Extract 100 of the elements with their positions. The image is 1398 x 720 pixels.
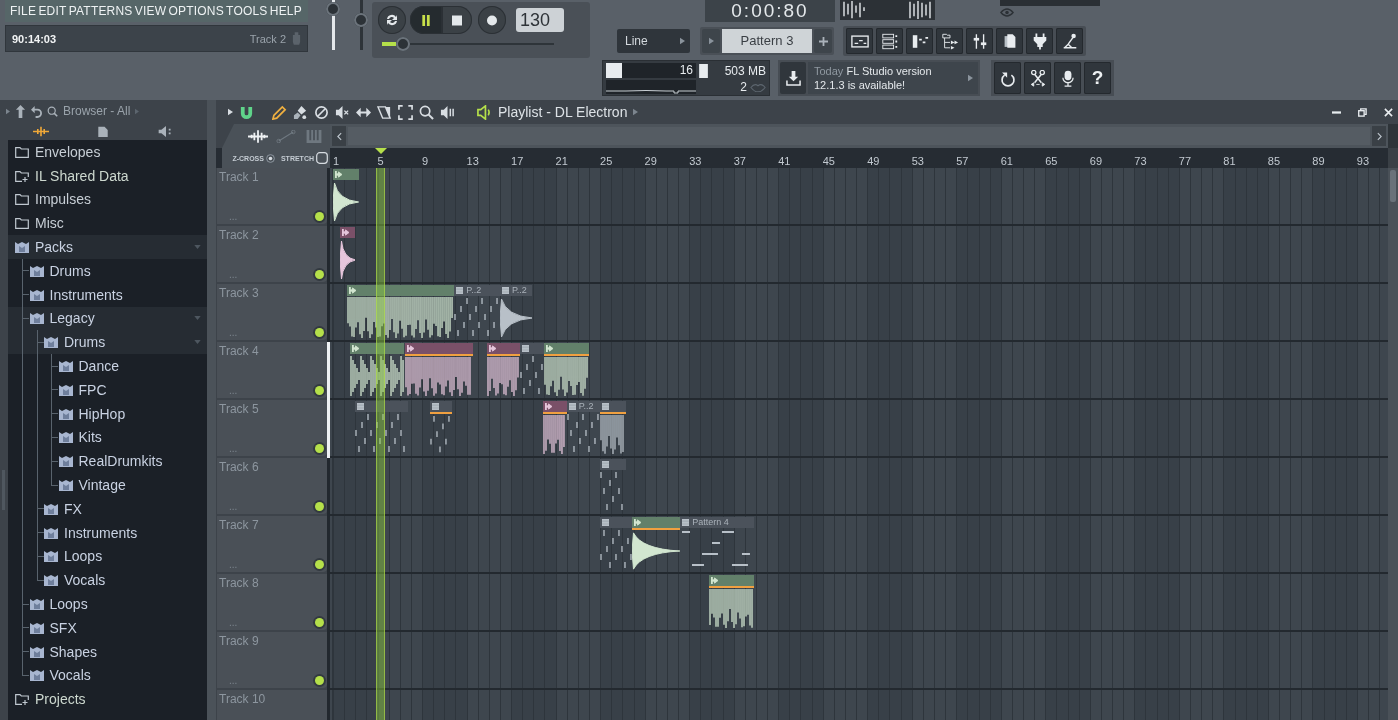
browser-item[interactable]: Drums [8,330,207,355]
track-lane[interactable] [330,632,1388,690]
slider-handle[interactable] [354,12,368,27]
menu-item[interactable]: TOOLS [226,4,268,18]
playlist-clip[interactable] [486,343,520,398]
playlist-clip[interactable] [600,401,626,456]
scroll-left-button[interactable] [332,126,346,146]
stop-button[interactable] [442,6,472,34]
track-header[interactable]: Track 1 ... [217,168,327,224]
slider-handle[interactable] [326,1,340,16]
track-header[interactable]: Track 4 ... [217,342,327,398]
zoom-icon[interactable] [419,104,434,120]
up-arrow-icon[interactable] [15,104,26,118]
piano-roll-button[interactable] [906,28,933,54]
scrollbar-thumb[interactable] [1390,170,1396,202]
playlist-clip[interactable]: P..2 [566,401,601,456]
track-header[interactable]: Track 8 ... [217,574,327,630]
pedal-button[interactable] [1056,28,1083,54]
track-lane[interactable]: P..2 P..2 [330,284,1388,342]
track-header[interactable]: Track 9 ... [217,632,327,688]
download-button[interactable] [780,62,806,94]
playlist-clip[interactable]: Pattern 4 [680,517,754,572]
track-lane[interactable] [330,342,1388,400]
track-header[interactable]: Track 2 ... [217,226,327,282]
speaker-icon[interactable] [477,104,492,120]
menu-item[interactable]: PATTERNS [68,4,133,18]
speaker-bars-icon[interactable] [440,104,455,120]
mute-toggle[interactable] [315,328,324,337]
slider-handle[interactable] [395,37,410,51]
prohibited-icon[interactable] [314,104,329,120]
mute-toggle[interactable] [315,270,324,279]
mute-toggle[interactable] [315,618,324,627]
pattern-selector[interactable]: Pattern 3 [722,29,812,53]
triangle-icon[interactable] [228,108,233,116]
track-lane[interactable] [330,168,1388,226]
pattern-menu-button[interactable] [702,29,720,53]
track-header[interactable]: Track 6 ... [217,458,327,514]
cut-button[interactable] [1024,62,1051,94]
mute-toggle[interactable] [315,502,324,511]
track-lane[interactable] [330,574,1388,632]
browser-item[interactable]: Packs [8,235,207,259]
browser-title[interactable]: Browser - All [63,104,131,118]
mute-toggle[interactable] [315,676,324,685]
track-header[interactable]: Track 10 [217,690,327,720]
slice-icon[interactable] [377,104,392,120]
horizontal-scrollbar[interactable] [330,124,1388,148]
project-button[interactable] [996,28,1023,54]
record-audio-button[interactable] [1054,62,1081,94]
playlist-clip[interactable] [632,517,681,572]
vertical-scrollbar[interactable] [1388,168,1398,720]
playlist-clip[interactable] [405,343,474,398]
menu-item[interactable]: HELP [269,4,302,18]
menu-item[interactable]: OPTIONS [168,4,224,18]
playlist-clip[interactable]: P..2 [499,285,533,340]
track-header[interactable]: Track 7 ... [217,516,327,572]
playlist-clip[interactable] [347,285,455,340]
snap-dropdown[interactable]: Line [617,29,690,53]
undo-icon[interactable] [31,104,42,118]
browser-item[interactable]: Legacy [8,306,207,331]
search-icon[interactable] [47,104,58,118]
scroll-right-button[interactable] [1372,126,1386,146]
magnet-icon[interactable] [239,104,254,120]
time-display[interactable]: 0:00:80 [705,0,835,22]
record-button[interactable] [478,6,506,34]
mute-toggle[interactable] [315,212,324,221]
browser-button[interactable] [936,28,963,54]
track-lane[interactable] [330,226,1388,284]
track-lane[interactable]: Pattern 4 [330,516,1388,574]
playlist-clip[interactable] [349,343,405,398]
menu-item[interactable]: VIEW [134,4,167,18]
track-lane[interactable] [330,458,1388,516]
menu-item[interactable]: FILE [10,4,37,18]
mixer-button[interactable] [966,28,993,54]
track-header[interactable]: Track 3 ... [217,284,327,340]
tempo-display[interactable]: 130 [516,8,564,32]
playlist-clip[interactable]: P..2 [454,285,500,340]
track-header[interactable]: Track 5 ... [217,400,327,456]
brush-icon[interactable] [293,104,308,120]
playlist-clip[interactable] [709,575,754,630]
mute-icon[interactable] [335,104,350,120]
playlist-clip[interactable] [543,401,567,456]
pause-button[interactable] [410,6,442,34]
pencil-icon[interactable] [272,104,287,120]
news-panel[interactable]: Today FL Studio version 12.1.3 is available! [808,62,978,94]
menu-item[interactable]: EDIT [38,4,67,18]
mute-toggle[interactable] [315,560,324,569]
loop-button[interactable] [378,6,406,34]
mute-toggle[interactable] [315,444,324,453]
help-button[interactable]: ? [1084,62,1111,94]
volume-slider[interactable] [326,0,340,50]
playlist-clip[interactable] [339,227,356,282]
playlist-clip[interactable] [544,343,589,398]
pitch-slider[interactable] [354,0,368,50]
undo-button[interactable] [994,62,1021,94]
playlist-clip[interactable] [333,169,359,224]
playlist-button[interactable] [846,28,873,54]
select-icon[interactable] [398,104,413,120]
add-pattern-button[interactable] [814,29,832,53]
mute-toggle[interactable] [315,386,324,395]
track-lane[interactable]: P..2 [330,400,1388,458]
